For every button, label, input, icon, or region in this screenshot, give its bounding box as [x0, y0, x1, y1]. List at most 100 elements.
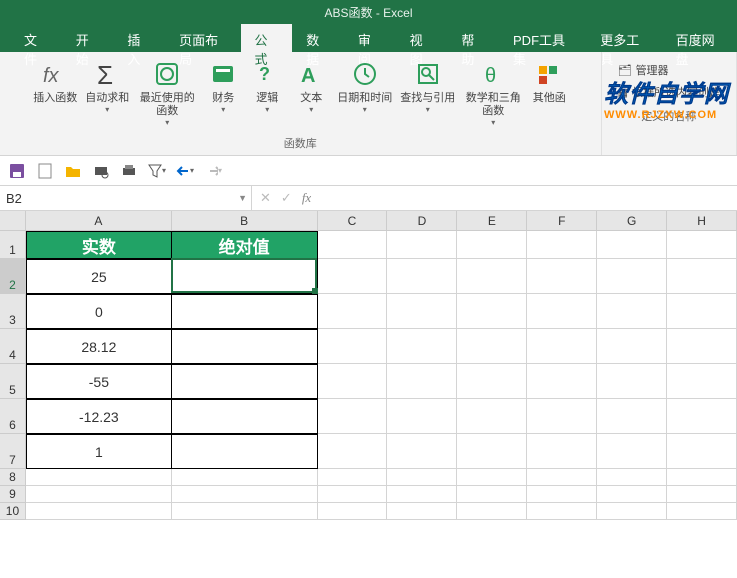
menu-tab-2[interactable]: 插入: [113, 24, 165, 52]
cell[interactable]: [457, 231, 527, 259]
insert-function-button[interactable]: fx 插入函数: [29, 56, 81, 107]
new-icon[interactable]: [36, 162, 54, 180]
cell[interactable]: [597, 364, 667, 399]
cell[interactable]: [26, 469, 172, 486]
menu-tab-4[interactable]: 公式: [241, 24, 293, 52]
col-header[interactable]: C: [318, 211, 388, 230]
menu-tab-8[interactable]: 帮助: [447, 24, 499, 52]
math-button[interactable]: θ 数学和三角函数▾: [459, 56, 527, 130]
row-header[interactable]: 1: [0, 231, 26, 259]
cell[interactable]: [457, 469, 527, 486]
row-header[interactable]: 4: [0, 329, 26, 364]
print-icon[interactable]: [120, 162, 138, 180]
cell[interactable]: [597, 503, 667, 520]
cell[interactable]: [172, 503, 318, 520]
menu-tab-10[interactable]: 更多工具: [586, 24, 661, 52]
row-header[interactable]: 6: [0, 399, 26, 434]
row-header[interactable]: 5: [0, 364, 26, 399]
cell[interactable]: [597, 399, 667, 434]
cell[interactable]: [172, 294, 318, 329]
redo-icon[interactable]: ▾: [204, 162, 222, 180]
cell[interactable]: 0: [26, 294, 172, 329]
cell[interactable]: [387, 259, 457, 294]
menu-tab-6[interactable]: 审阅: [344, 24, 396, 52]
col-header[interactable]: A: [26, 211, 172, 230]
datetime-button[interactable]: 日期和时间▾: [333, 56, 396, 117]
cell[interactable]: [457, 294, 527, 329]
select-all-corner[interactable]: [0, 211, 26, 230]
cell[interactable]: [527, 294, 597, 329]
cell[interactable]: [387, 364, 457, 399]
cell[interactable]: [318, 486, 388, 503]
cell[interactable]: [457, 434, 527, 469]
cell[interactable]: [527, 469, 597, 486]
menu-tab-3[interactable]: 页面布局: [165, 24, 240, 52]
cell[interactable]: [667, 329, 737, 364]
cell[interactable]: [527, 259, 597, 294]
cell[interactable]: [26, 486, 172, 503]
cell[interactable]: -12.23: [26, 399, 172, 434]
cell[interactable]: [318, 364, 388, 399]
cell[interactable]: [667, 469, 737, 486]
formula-input[interactable]: [319, 186, 737, 210]
cell[interactable]: [457, 503, 527, 520]
table-header-cell[interactable]: 实数: [26, 231, 172, 259]
cell[interactable]: [597, 469, 667, 486]
cell[interactable]: [527, 329, 597, 364]
cell[interactable]: [172, 469, 318, 486]
cell[interactable]: [667, 486, 737, 503]
text-button[interactable]: A 文本▾: [289, 56, 333, 117]
cell[interactable]: [667, 434, 737, 469]
cell[interactable]: [318, 259, 388, 294]
row-header[interactable]: 9: [0, 486, 26, 503]
menu-tab-11[interactable]: 百度网盘: [662, 24, 737, 52]
cell[interactable]: [387, 231, 457, 259]
cell[interactable]: [318, 399, 388, 434]
cell[interactable]: [172, 399, 318, 434]
cell[interactable]: [172, 434, 318, 469]
cell[interactable]: [387, 469, 457, 486]
col-header[interactable]: G: [597, 211, 667, 230]
col-header[interactable]: D: [387, 211, 457, 230]
cell[interactable]: [597, 329, 667, 364]
cell[interactable]: [387, 434, 457, 469]
cell[interactable]: [457, 399, 527, 434]
cell[interactable]: [597, 434, 667, 469]
cell[interactable]: [387, 503, 457, 520]
financial-button[interactable]: 财务▾: [201, 56, 245, 117]
row-header[interactable]: 3: [0, 294, 26, 329]
menu-tab-5[interactable]: 数据: [292, 24, 344, 52]
cell[interactable]: [387, 329, 457, 364]
row-header[interactable]: 2: [0, 259, 26, 294]
save-icon[interactable]: [8, 162, 26, 180]
cell[interactable]: [387, 399, 457, 434]
logical-button[interactable]: ? 逻辑▾: [245, 56, 289, 117]
cell[interactable]: [667, 259, 737, 294]
cell[interactable]: [667, 364, 737, 399]
cell[interactable]: -55: [26, 364, 172, 399]
print-preview-icon[interactable]: [92, 162, 110, 180]
cell[interactable]: [597, 231, 667, 259]
cell[interactable]: 1: [26, 434, 172, 469]
menu-tab-7[interactable]: 视图: [396, 24, 448, 52]
undo-icon[interactable]: ▾: [176, 162, 194, 180]
menu-tab-9[interactable]: PDF工具集: [499, 24, 586, 52]
cell[interactable]: [318, 231, 388, 259]
cell[interactable]: [527, 399, 597, 434]
cell[interactable]: [318, 503, 388, 520]
cell[interactable]: [457, 259, 527, 294]
cell[interactable]: [387, 294, 457, 329]
cell[interactable]: [527, 434, 597, 469]
cell[interactable]: 25: [26, 259, 172, 294]
cell[interactable]: [527, 364, 597, 399]
row-header[interactable]: 8: [0, 469, 26, 486]
cell[interactable]: [667, 503, 737, 520]
col-header[interactable]: E: [457, 211, 527, 230]
open-icon[interactable]: [64, 162, 82, 180]
cell[interactable]: [172, 259, 318, 294]
other-functions-button[interactable]: 其他函: [527, 56, 571, 107]
recent-functions-button[interactable]: 最近使用的函数▾: [133, 56, 201, 130]
fx-icon[interactable]: fx: [302, 190, 311, 206]
filter-icon[interactable]: ▾: [148, 162, 166, 180]
cell[interactable]: [667, 294, 737, 329]
